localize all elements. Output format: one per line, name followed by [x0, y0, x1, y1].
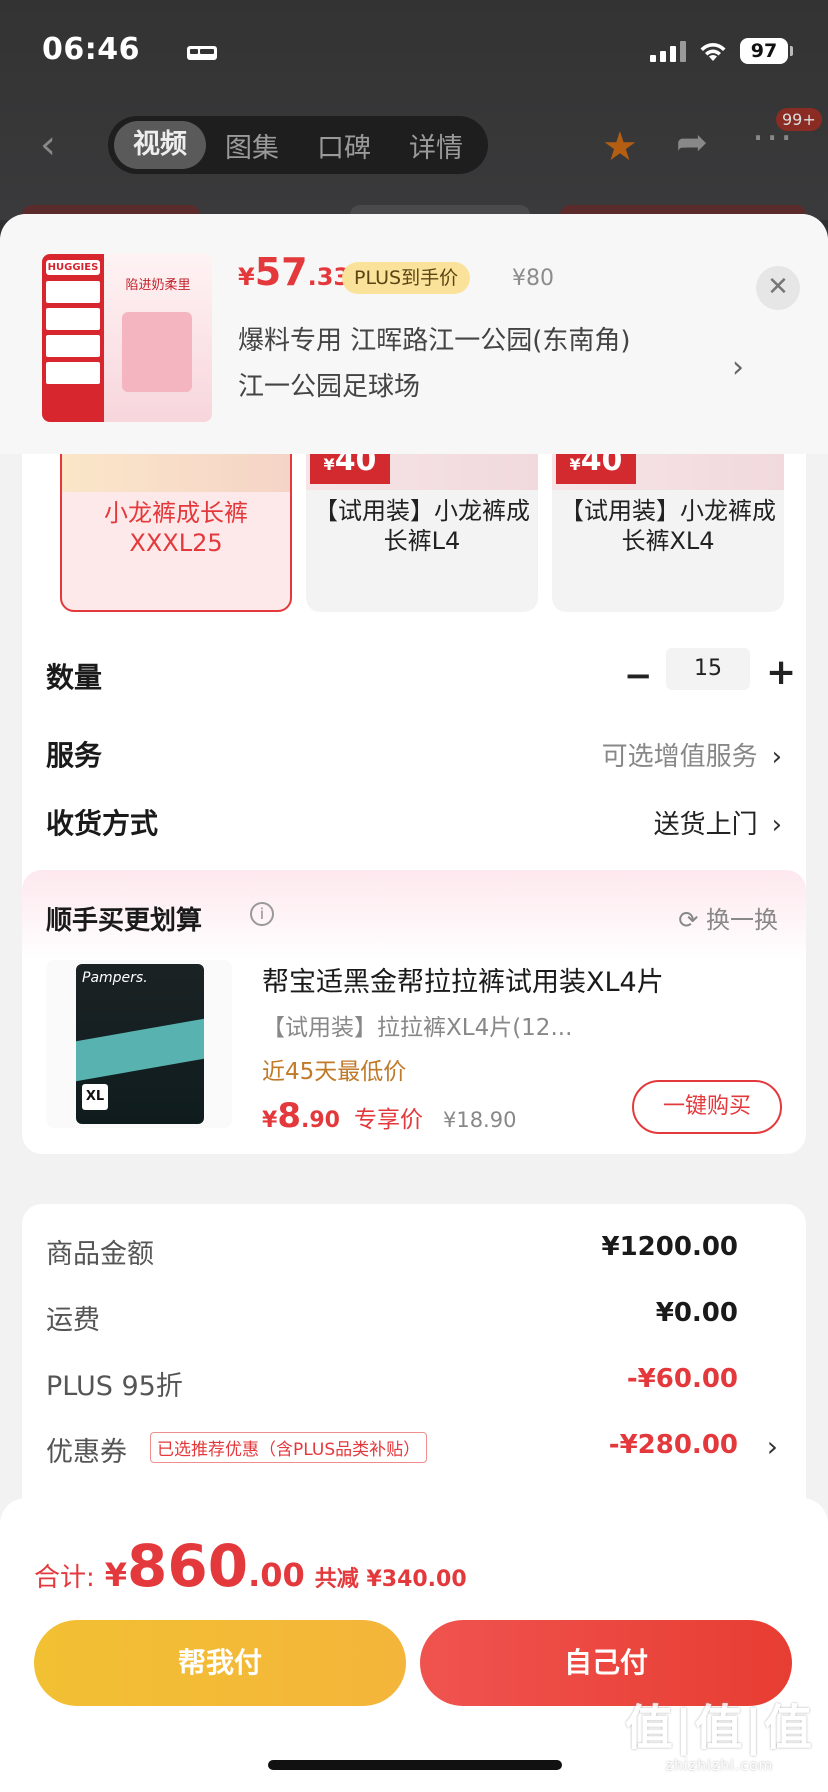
original-price: ¥80 — [512, 266, 554, 291]
tab-details[interactable]: 详情 — [390, 126, 482, 165]
watermark: 值|值|值 zhizhizhi.com — [624, 1700, 814, 1774]
sleep-focus-icon — [187, 46, 217, 60]
checkout-sheet: HUGGIES 陷进奶柔里 ¥ 57 .33 PLUS到手价 ¥80 ✕ 爆料专… — [0, 214, 828, 1792]
quantity-minus-button[interactable]: − — [624, 656, 653, 696]
media-tabs: 视频 图集 口碑 详情 — [108, 116, 488, 174]
home-indicator — [268, 1760, 562, 1770]
brand-logo: HUGGIES — [46, 260, 100, 275]
delivery-method-row[interactable]: 收货方式 送货上门 › — [46, 802, 782, 842]
chevron-right-icon: › — [766, 1430, 778, 1463]
help-me-pay-button[interactable]: 帮我付 — [34, 1620, 406, 1706]
top-navigation: ‹ 视频 图集 口碑 详情 ★ ➦ ··· 99+ — [0, 108, 828, 178]
delivery-address[interactable]: 爆料专用 江晖路江一公园(东南角) 江一公园足球场 — [238, 318, 708, 410]
quantity-plus-button[interactable]: + — [766, 652, 796, 693]
variant-option[interactable]: ¥40 【试用装】小龙裤成长裤L4 — [306, 434, 538, 612]
close-button[interactable]: ✕ — [756, 266, 800, 310]
recommend-product-title[interactable]: 帮宝适黑金帮拉拉裤试用装XL4片 — [262, 960, 664, 999]
variant-option[interactable]: ¥40 【试用装】小龙裤成长裤XL4 — [552, 434, 784, 612]
recommend-product-subtitle: 【试用装】拉拉裤XL4片(12... — [262, 1015, 573, 1041]
coupon-row[interactable]: 优惠券 已选推荐优惠（含PLUS品类补贴） -¥280.00 › — [46, 1430, 778, 1470]
chevron-right-icon: › — [771, 742, 782, 772]
product-price: ¥ 57 .33 — [238, 250, 351, 294]
plus-price-badge: PLUS到手价 — [342, 262, 471, 294]
quantity-row: 数量 − 15 + — [46, 648, 796, 696]
coupon-tag: 已选推荐优惠（含PLUS品类补贴） — [150, 1432, 428, 1463]
favorite-star-icon[interactable]: ★ — [602, 124, 638, 170]
recommend-price: ¥ 8 .90 专享价 ¥18.90 — [262, 1096, 517, 1136]
checkout-bar: 合计: ¥ 860 .00 共减 ¥340.00 帮我付 自己付 值|值|值 z… — [0, 1498, 828, 1792]
goods-amount-row: 商品金额 ¥1200.00 — [46, 1232, 738, 1270]
variant-option[interactable]: 小龙裤成长裤XXXL25 — [60, 434, 292, 612]
status-time: 06:46 — [42, 32, 140, 67]
chevron-right-icon: › — [771, 810, 782, 840]
tab-video[interactable]: 视频 — [114, 121, 206, 169]
wifi-icon — [700, 43, 726, 61]
share-icon[interactable]: ➦ — [676, 120, 708, 164]
signal-icon — [650, 40, 686, 62]
thumbnail-slogan: 陷进奶柔里 — [125, 278, 191, 293]
status-bar: 06:46 97 — [40, 30, 793, 70]
chevron-right-icon[interactable]: › — [732, 350, 744, 385]
total-price: 合计: ¥ 860 .00 共减 ¥340.00 — [34, 1532, 467, 1600]
swap-button[interactable]: ⟳ 换一换 — [678, 900, 778, 935]
freight-row: 运费 ¥0.00 — [46, 1298, 738, 1336]
lowest-price-note: 近45天最低价 — [262, 1059, 407, 1085]
recommend-card: 顺手买更划算 i ⟳ 换一换 Pampers. XL 帮宝适黑金帮拉拉裤试用装X… — [22, 870, 806, 1154]
message-badge: 99+ — [776, 108, 822, 131]
product-thumbnail: HUGGIES 陷进奶柔里 — [42, 254, 212, 422]
recommend-title: 顺手买更划算 — [46, 906, 203, 936]
one-click-buy-button[interactable]: 一键购买 — [632, 1080, 782, 1134]
plus-discount-row: PLUS 95折 -¥60.00 — [46, 1364, 738, 1402]
product-header: HUGGIES 陷进奶柔里 ¥ 57 .33 PLUS到手价 ¥80 ✕ 爆料专… — [0, 214, 828, 454]
service-row[interactable]: 服务 可选增值服务 › — [46, 734, 782, 774]
back-icon[interactable]: ‹ — [40, 122, 56, 168]
battery-icon: 97 — [740, 38, 793, 64]
info-icon[interactable]: i — [250, 902, 274, 926]
tab-gallery[interactable]: 图集 — [206, 126, 298, 165]
recommend-product-image[interactable]: Pampers. XL — [46, 960, 232, 1128]
status-right: 97 — [650, 36, 793, 66]
total-saved: 共减 ¥340.00 — [314, 1567, 467, 1592]
quantity-input[interactable]: 15 — [666, 648, 750, 690]
tab-reviews[interactable]: 口碑 — [298, 126, 390, 165]
